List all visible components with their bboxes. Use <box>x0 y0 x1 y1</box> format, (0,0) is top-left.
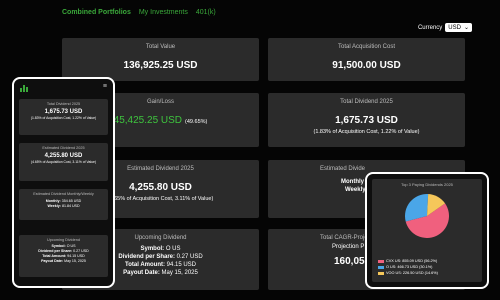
currency-selector: Currency USD ⌄ <box>418 23 472 32</box>
nav-link-401k[interactable]: 401(k) <box>196 9 216 16</box>
card-title: Estimated Dividend 2025 <box>42 146 85 150</box>
card-value: 91,500.00 USD <box>332 60 401 71</box>
mobile-estimated-dividend-card: Estimated Dividend 2025 4,255.80 USD (4.… <box>19 143 108 181</box>
legend-swatch <box>378 259 384 263</box>
card-title: Total Dividend 2025 <box>340 99 393 105</box>
mobile-monthly-weekly-card: Estimated Dividend Monthly/Weekly Monthl… <box>19 189 108 220</box>
hamburger-icon[interactable]: ≡ <box>103 83 107 90</box>
mobile-upcoming-dividend-card: Upcoming Dividend Symbol: O US Dividend … <box>19 235 108 277</box>
card-subtext: (4.65% of Acquisition Cost, 3.11% of Val… <box>30 160 97 164</box>
mobile-preview: ≡ Total Dividend 2025 1,675.73 USD (1.83… <box>12 77 115 288</box>
amount-value: 94.15 USD <box>166 262 197 268</box>
legend-swatch <box>378 271 384 275</box>
card-value: 45,425.25 USD <box>113 115 183 126</box>
date-label: Payout Date: <box>41 259 64 263</box>
top-dividends-popup: Top 3 Paying Dividends 2025 CVX US: 855.… <box>365 172 489 289</box>
amount-label: Total Amount: <box>124 262 165 268</box>
legend-item: VOO US: 226.50 USD (14.6%) <box>378 270 438 276</box>
currency-value: USD <box>448 24 461 31</box>
card-value: 4,255.80 USD <box>44 153 83 159</box>
amount-label: Total Amount: <box>42 254 67 258</box>
symbol-value: O US <box>66 244 76 248</box>
monthly-label: Monthly <box>341 179 364 185</box>
per-share-value: 0.27 USD <box>176 254 203 260</box>
weekly-value: 81.84 USD <box>61 204 80 208</box>
chevron-down-icon: ⌄ <box>463 25 469 31</box>
mobile-total-dividend-card: Total Dividend 2025 1,675.73 USD (1.83% … <box>19 99 108 135</box>
weekly-label: Weekly <box>345 187 366 193</box>
total-acquisition-card: Total Acquisition Cost 91,500.00 USD <box>268 38 465 81</box>
date-label: Payout Date: <box>123 270 160 276</box>
currency-label: Currency <box>417 24 443 31</box>
symbol-label: Symbol: <box>140 246 165 252</box>
per-share-label: Dividend per Share: <box>38 249 73 253</box>
amount-value: 94.15 USD <box>67 254 85 258</box>
monthly-label: Monthly: <box>45 199 61 203</box>
legend-label: VOO US: 226.50 USD (14.6%) <box>386 271 438 275</box>
card-title: Total Value <box>145 44 176 50</box>
nav-link-my-investments[interactable]: My Investments <box>139 9 188 16</box>
card-title: Total Acquisition Cost <box>337 44 396 50</box>
date-value: May 15, 2025 <box>64 259 86 263</box>
card-subtext: (1.83% of Acquisition Cost, 1.22% of Val… <box>30 116 97 120</box>
pie-chart-card: Top 3 Paying Dividends 2025 CVX US: 855.… <box>372 179 482 282</box>
per-share-label: Dividend per Share: <box>118 254 175 260</box>
symbol-label: Symbol: <box>51 244 66 248</box>
currency-select[interactable]: USD ⌄ <box>445 23 472 32</box>
card-value: 1,675.73 USD <box>44 109 83 115</box>
card-percent: (49.65%) <box>185 119 208 125</box>
date-value: May 15, 2025 <box>161 270 198 276</box>
per-share-value: 0.27 USD <box>73 249 89 253</box>
card-value: 1,675.73 USD <box>335 115 398 126</box>
weekly-label: Weekly: <box>47 204 61 208</box>
card-title: Upcoming Dividend <box>47 238 80 242</box>
legend-swatch <box>378 265 384 269</box>
dashboard: Combined Portfolios My Investments 401(k… <box>0 0 500 300</box>
card-title: Estimated Dividend Monthly/Weekly <box>33 192 94 196</box>
chart-title: Top 3 Paying Dividends 2025 <box>401 182 453 187</box>
total-value-card: Total Value 136,925.25 USD <box>62 38 259 81</box>
card-subtext: (1.83% of Acquisition Cost, 1.22% of Val… <box>313 129 420 135</box>
symbol-value: O US <box>165 246 181 252</box>
brand-link[interactable]: Combined Portfolios <box>62 9 131 16</box>
pie-chart <box>405 194 449 238</box>
chart-legend: CVX US: 855.09 USD (56.2%) O US: 466.73 U… <box>378 258 438 276</box>
monthly-value: 354.65 USD <box>61 199 82 203</box>
app-logo-icon <box>20 84 28 92</box>
top-nav: Combined Portfolios My Investments 401(k… <box>62 6 216 18</box>
card-value: 136,925.25 USD <box>123 60 198 71</box>
total-dividend-card: Total Dividend 2025 1,675.73 USD (1.83% … <box>268 93 465 147</box>
card-title: Total Dividend 2025 <box>46 102 81 106</box>
